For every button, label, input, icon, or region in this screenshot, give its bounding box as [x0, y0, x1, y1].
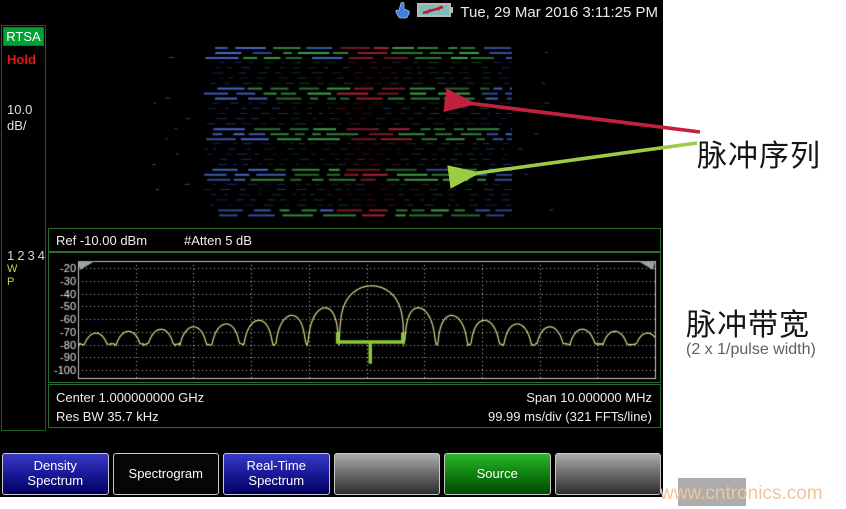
page: Tue, 29 Mar 2016 3:11:25 PM RTSA Hold 10…	[0, 0, 846, 509]
scale-value: 10.0	[7, 102, 32, 118]
softkey-blank-2[interactable]	[555, 453, 662, 495]
scale-unit: dB/	[7, 118, 32, 134]
realtime-spectrum-plot	[48, 252, 661, 383]
density-spectrum-display	[46, 25, 663, 228]
mode-badge: RTSA	[3, 27, 44, 46]
sweep-state-label: Hold	[7, 52, 36, 67]
pulse-bandwidth-annotation: 脉冲带宽	[686, 300, 810, 344]
battery-ac-icon	[417, 1, 455, 24]
softkey-row: Density Spectrum Spectrogram Real-Time S…	[2, 453, 661, 495]
scale-per-div-label: 10.0 dB/	[7, 102, 32, 134]
rbw-label: Res BW 35.7 kHz	[56, 409, 159, 424]
left-annotation-column: RTSA Hold 10.0 dB/ 1234 W P	[1, 25, 46, 431]
center-freq-label: Center 1.000000000 GHz	[56, 390, 204, 405]
touch-pointer-icon	[394, 1, 412, 24]
frequency-info-row: Center 1.000000000 GHz Span 10.000000 MH…	[48, 384, 661, 428]
softkey-spectrogram[interactable]: Spectrogram	[113, 453, 220, 495]
trace-flag-w: W	[7, 263, 17, 275]
trace-numbers: 1234	[7, 248, 48, 263]
attenuation-label: #Atten 5 dB	[184, 233, 252, 248]
trace-flag-p: P	[7, 276, 14, 288]
softkey-density-spectrum[interactable]: Density Spectrum	[2, 453, 109, 495]
top-status-bar: Tue, 29 Mar 2016 3:11:25 PM	[0, 0, 663, 25]
analyzer-screen: Tue, 29 Mar 2016 3:11:25 PM RTSA Hold 10…	[0, 0, 663, 497]
datetime-display: Tue, 29 Mar 2016 3:11:25 PM	[460, 4, 658, 21]
sweep-time-label: 99.99 ms/div (321 FFTs/line)	[488, 409, 652, 424]
pulse-train-annotation: 脉冲序列	[697, 131, 821, 175]
pulse-bandwidth-formula: (2 x 1/pulse width)	[686, 341, 816, 359]
watermark: www.cntronics.com	[660, 483, 823, 505]
ref-level-label: Ref -10.00 dBm	[56, 233, 147, 248]
reference-level-row: Ref -10.00 dBm #Atten 5 dB	[48, 228, 661, 252]
spectrum-trace-canvas	[49, 253, 660, 382]
softkey-blank-1[interactable]	[334, 453, 441, 495]
softkey-realtime-spectrum[interactable]: Real-Time Spectrum	[223, 453, 330, 495]
span-label: Span 10.000000 MHz	[526, 390, 652, 405]
softkey-source[interactable]: Source	[444, 453, 551, 495]
